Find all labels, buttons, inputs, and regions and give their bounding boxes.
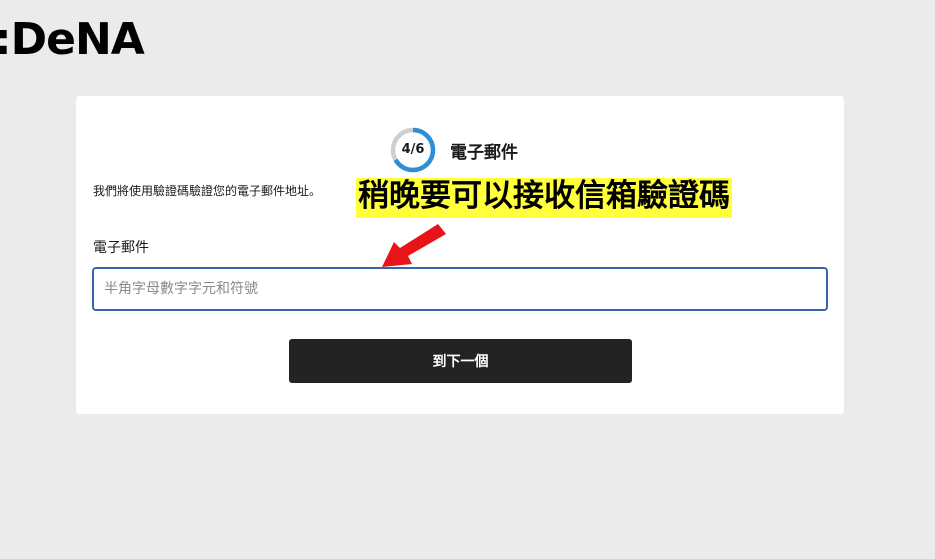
email-verification-description: 我們將使用驗證碼驗證您的電子郵件地址。: [93, 184, 322, 198]
annotation-highlight-text: 稍晚要可以接收信箱驗證碼: [356, 178, 732, 218]
email-field-label: 電子郵件: [93, 240, 149, 256]
registration-card: 4/6 電子郵件 我們將使用驗證碼驗證您的電子郵件地址。 電子郵件 到下一個: [76, 96, 844, 414]
next-button[interactable]: 到下一個: [289, 339, 632, 383]
step-progress-ring: 4/6: [389, 126, 437, 174]
dena-logo: :DeNA: [0, 14, 145, 65]
step-title: 電子郵件: [450, 142, 518, 163]
email-input[interactable]: [92, 267, 828, 311]
step-header: 4/6 電子郵件: [389, 126, 518, 174]
step-progress-text: 4/6: [401, 142, 425, 157]
annotation-arrow-icon: [382, 224, 446, 267]
